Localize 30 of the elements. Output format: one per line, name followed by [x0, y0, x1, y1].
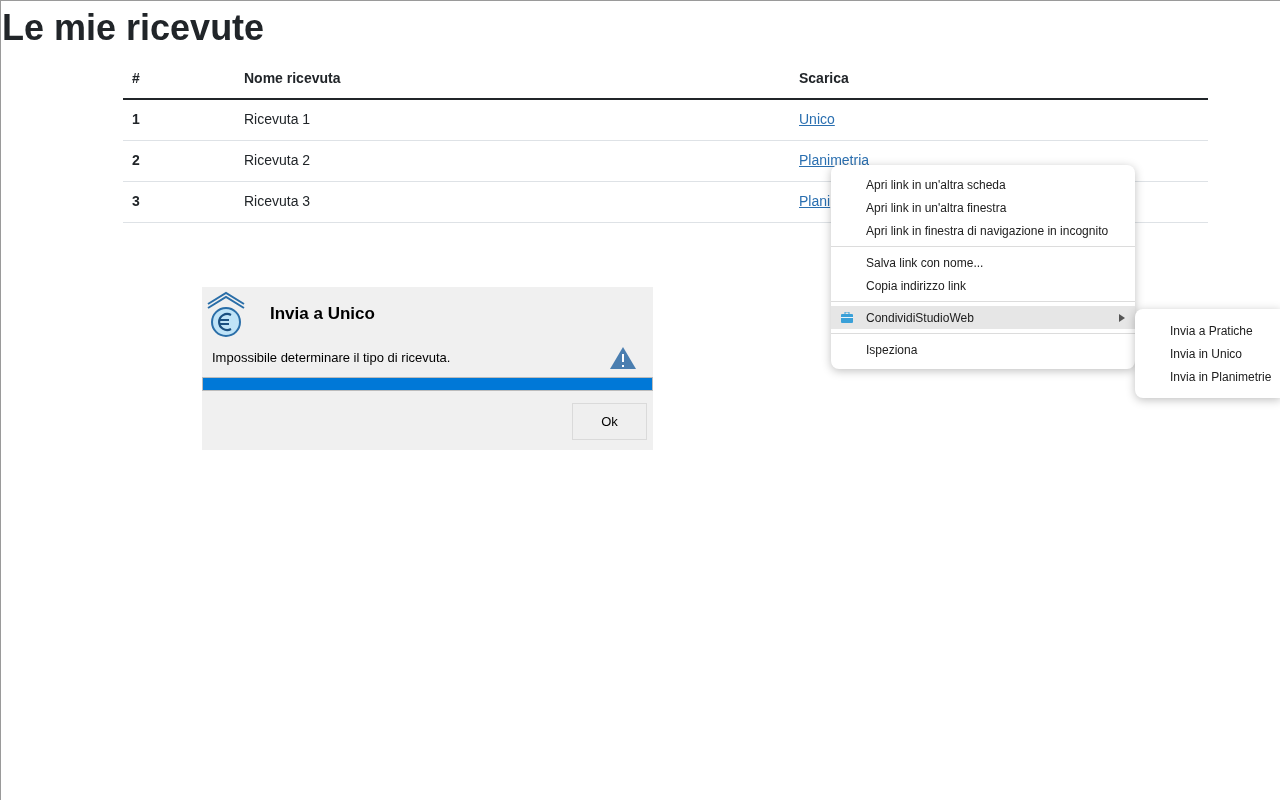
table-cell: Ricevuta 1 — [235, 99, 790, 140]
submenu-item[interactable]: Invia in Planimetrie — [1135, 365, 1280, 388]
ok-button[interactable]: Ok — [572, 403, 647, 440]
table-cell: 2 — [123, 140, 235, 181]
menu-item[interactable]: CondividiStudioWeb — [831, 306, 1135, 329]
table-cell: Ricevuta 3 — [235, 181, 790, 222]
briefcase-icon — [841, 312, 853, 323]
column-header: # — [123, 59, 235, 99]
menu-item[interactable]: Salva link con nome... — [831, 251, 1135, 274]
download-link[interactable]: Plani — [799, 193, 831, 209]
menu-item[interactable]: Apri link in finestra di navigazione in incognito — [831, 219, 1135, 242]
download-link[interactable]: Planimetria — [799, 152, 870, 168]
menu-item[interactable]: Ispeziona — [831, 338, 1135, 361]
page-title: Le mie ricevute — [2, 6, 265, 50]
submenu-arrow-icon — [1119, 313, 1125, 322]
table-cell: 1 — [123, 99, 235, 140]
submenu-item[interactable]: Invia in Unico — [1135, 342, 1280, 365]
download-link[interactable]: Unico — [799, 111, 835, 128]
menu-item[interactable]: Apri link in un'altra finestra — [831, 196, 1135, 219]
submenu-item[interactable]: Invia a Pratiche — [1135, 319, 1280, 342]
dialog-message: Impossibile determinare il tipo di ricevuta. — [212, 349, 451, 368]
column-header: Scarica — [790, 59, 1208, 99]
warning-icon — [609, 346, 637, 370]
menu-item[interactable]: Copia indirizzo link — [831, 274, 1135, 297]
column-header: Nome ricevuta — [235, 59, 790, 99]
table-cell: 3 — [123, 181, 235, 222]
dialog-title: Invia a Unico — [270, 303, 375, 326]
euro-house-icon — [206, 290, 246, 338]
menu-item[interactable]: Apri link in un'altra scheda — [831, 173, 1135, 196]
table-cell: Ricevuta 2 — [235, 140, 790, 181]
